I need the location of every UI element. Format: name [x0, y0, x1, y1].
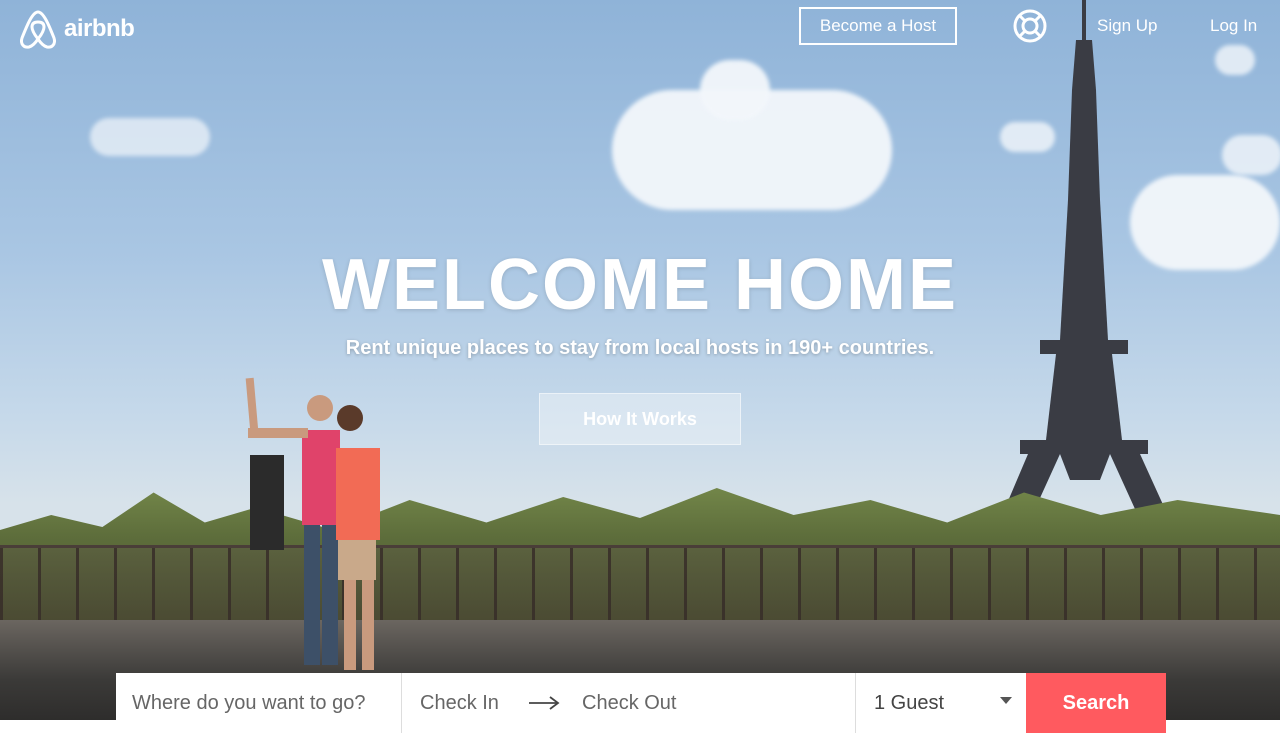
hero-background [0, 0, 1280, 720]
cloud [1222, 135, 1280, 175]
date-range: Check In Check Out [402, 673, 856, 733]
where-field[interactable] [116, 673, 402, 733]
couple-photo [245, 377, 380, 670]
where-input[interactable] [130, 690, 394, 716]
cloud [1215, 45, 1255, 75]
check-out-field[interactable]: Check Out [582, 692, 676, 715]
become-a-host-button[interactable]: Become a Host [799, 7, 957, 45]
logo-text: airbnb [64, 15, 135, 42]
caret-down-icon [1000, 697, 1012, 704]
search-bar: Check In Check Out 1 Guest Search [116, 673, 1166, 733]
airbnb-belo-icon [20, 10, 56, 49]
check-in-field[interactable]: Check In [420, 692, 528, 715]
guests-value: 1 Guest [874, 691, 945, 714]
arrow-right-icon [528, 696, 582, 710]
lifebuoy-icon[interactable] [1013, 9, 1047, 43]
airbnb-logo[interactable]: airbnb [18, 8, 135, 50]
sign-up-link[interactable]: Sign Up [1097, 16, 1157, 36]
search-button[interactable]: Search [1026, 673, 1166, 733]
hero-headline: WELCOME HOME [322, 245, 958, 325]
hero-subheadline: Rent unique places to stay from local ho… [345, 337, 935, 359]
cloud [90, 118, 210, 156]
guests-select[interactable]: 1 Guest [856, 673, 1026, 733]
log-in-link[interactable]: Log In [1210, 16, 1257, 36]
cloud [700, 60, 770, 120]
how-it-works-button[interactable]: How It Works [539, 393, 741, 445]
